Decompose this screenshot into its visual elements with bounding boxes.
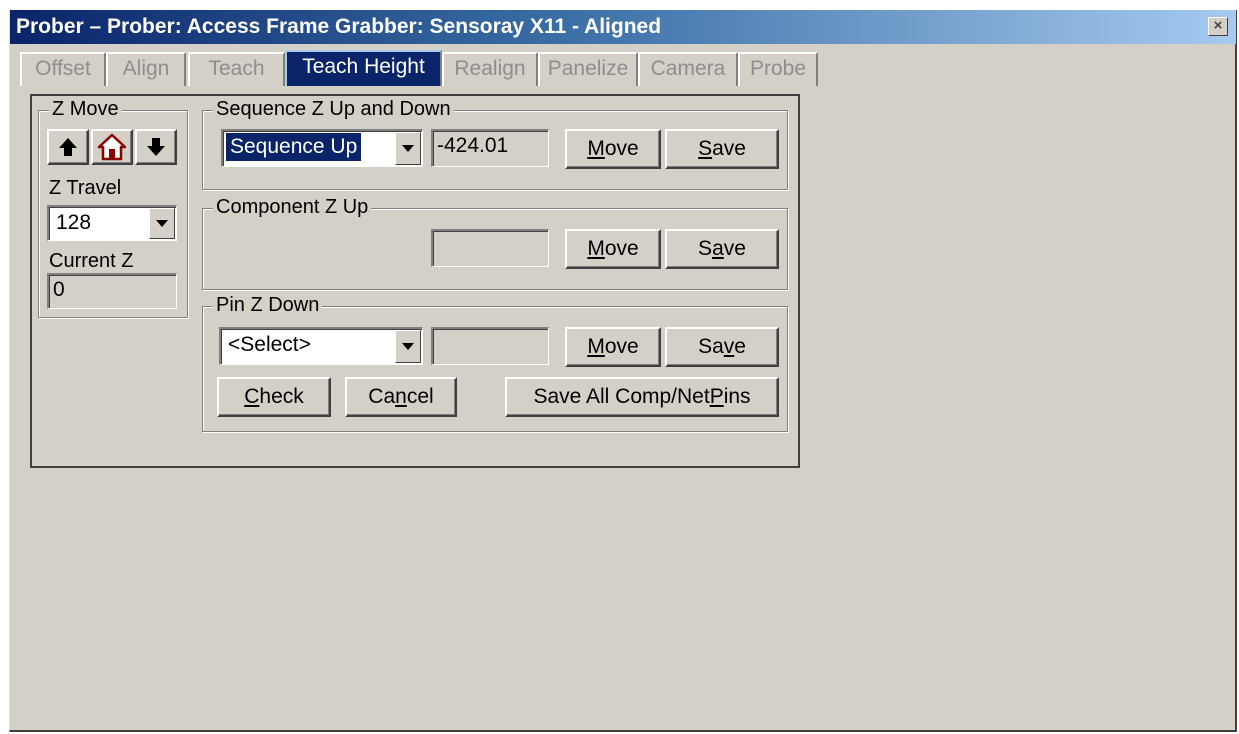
- arrow-down-icon: [145, 136, 167, 158]
- pin-select-value: <Select>: [228, 333, 311, 356]
- tab-offset[interactable]: Offset: [20, 52, 106, 86]
- prober-window: Prober – Prober: Access Frame Grabber: S…: [9, 10, 1237, 732]
- z-travel-select[interactable]: 128: [47, 205, 177, 241]
- sequence-save-button[interactable]: Save: [665, 129, 779, 169]
- tab-realign[interactable]: Realign: [442, 52, 538, 86]
- sequence-group: Sequence Z Up and Down Sequence Up -424.…: [202, 98, 788, 190]
- check-button[interactable]: Check: [217, 377, 331, 417]
- chevron-down-icon[interactable]: [149, 208, 175, 239]
- current-z-field: 0: [47, 273, 177, 309]
- save-all-pins-button[interactable]: Save All Comp/Net Pins: [505, 377, 779, 417]
- sequence-move-button[interactable]: Move: [565, 129, 661, 169]
- pin-select[interactable]: <Select>: [219, 327, 423, 365]
- sequence-select-value: Sequence Up: [226, 133, 362, 161]
- sequence-select[interactable]: Sequence Up: [221, 129, 423, 167]
- z-move-group: Z Move Z Travel 128 Current Z 0: [38, 98, 188, 318]
- tab-probe[interactable]: Probe: [738, 52, 818, 86]
- pin-title: Pin Z Down: [213, 294, 323, 316]
- tab-teach[interactable]: Teach: [188, 52, 285, 86]
- chevron-down-icon[interactable]: [395, 132, 421, 165]
- z-travel-label: Z Travel: [49, 177, 122, 199]
- cancel-button[interactable]: Ca n cel: [345, 377, 457, 417]
- pin-group: Pin Z Down <Select> Move Sa v e Check Ca n c…: [202, 294, 788, 432]
- pin-z-value: [431, 327, 549, 365]
- component-z-value: [431, 229, 549, 267]
- z-travel-value: 128: [56, 211, 92, 234]
- tab-panelize[interactable]: Panelize: [538, 52, 638, 86]
- pin-move-button[interactable]: Move: [565, 327, 661, 367]
- teach-height-panel: Z Move Z Travel 128 Current Z 0 Sequence…: [30, 94, 800, 468]
- close-button[interactable]: ×: [1208, 17, 1228, 36]
- title-bar: Prober – Prober: Access Frame Grabber: S…: [10, 10, 1236, 44]
- chevron-down-icon[interactable]: [395, 330, 421, 363]
- pin-save-button[interactable]: Sa v e: [665, 327, 779, 367]
- window-title: Prober – Prober: Access Frame Grabber: S…: [16, 15, 662, 38]
- close-icon: ×: [1213, 17, 1223, 34]
- z-down-button[interactable]: [135, 129, 177, 165]
- sequence-title: Sequence Z Up and Down: [213, 98, 454, 120]
- tab-align[interactable]: Align: [106, 52, 186, 86]
- arrow-up-icon: [57, 136, 79, 158]
- component-save-button[interactable]: Sa ve: [665, 229, 779, 269]
- home-icon: [97, 133, 127, 161]
- current-z-label: Current Z: [49, 250, 134, 272]
- component-group: Component Z Up Move Sa ve: [202, 196, 788, 290]
- tab-teach-height[interactable]: Teach Height: [285, 50, 442, 86]
- sequence-z-value: -424.01: [431, 129, 549, 167]
- z-up-button[interactable]: [47, 129, 89, 165]
- tab-camera[interactable]: Camera: [638, 52, 738, 86]
- z-move-title: Z Move: [49, 98, 122, 120]
- z-home-button[interactable]: [91, 129, 133, 165]
- component-title: Component Z Up: [213, 196, 372, 218]
- component-move-button[interactable]: Move: [565, 229, 661, 269]
